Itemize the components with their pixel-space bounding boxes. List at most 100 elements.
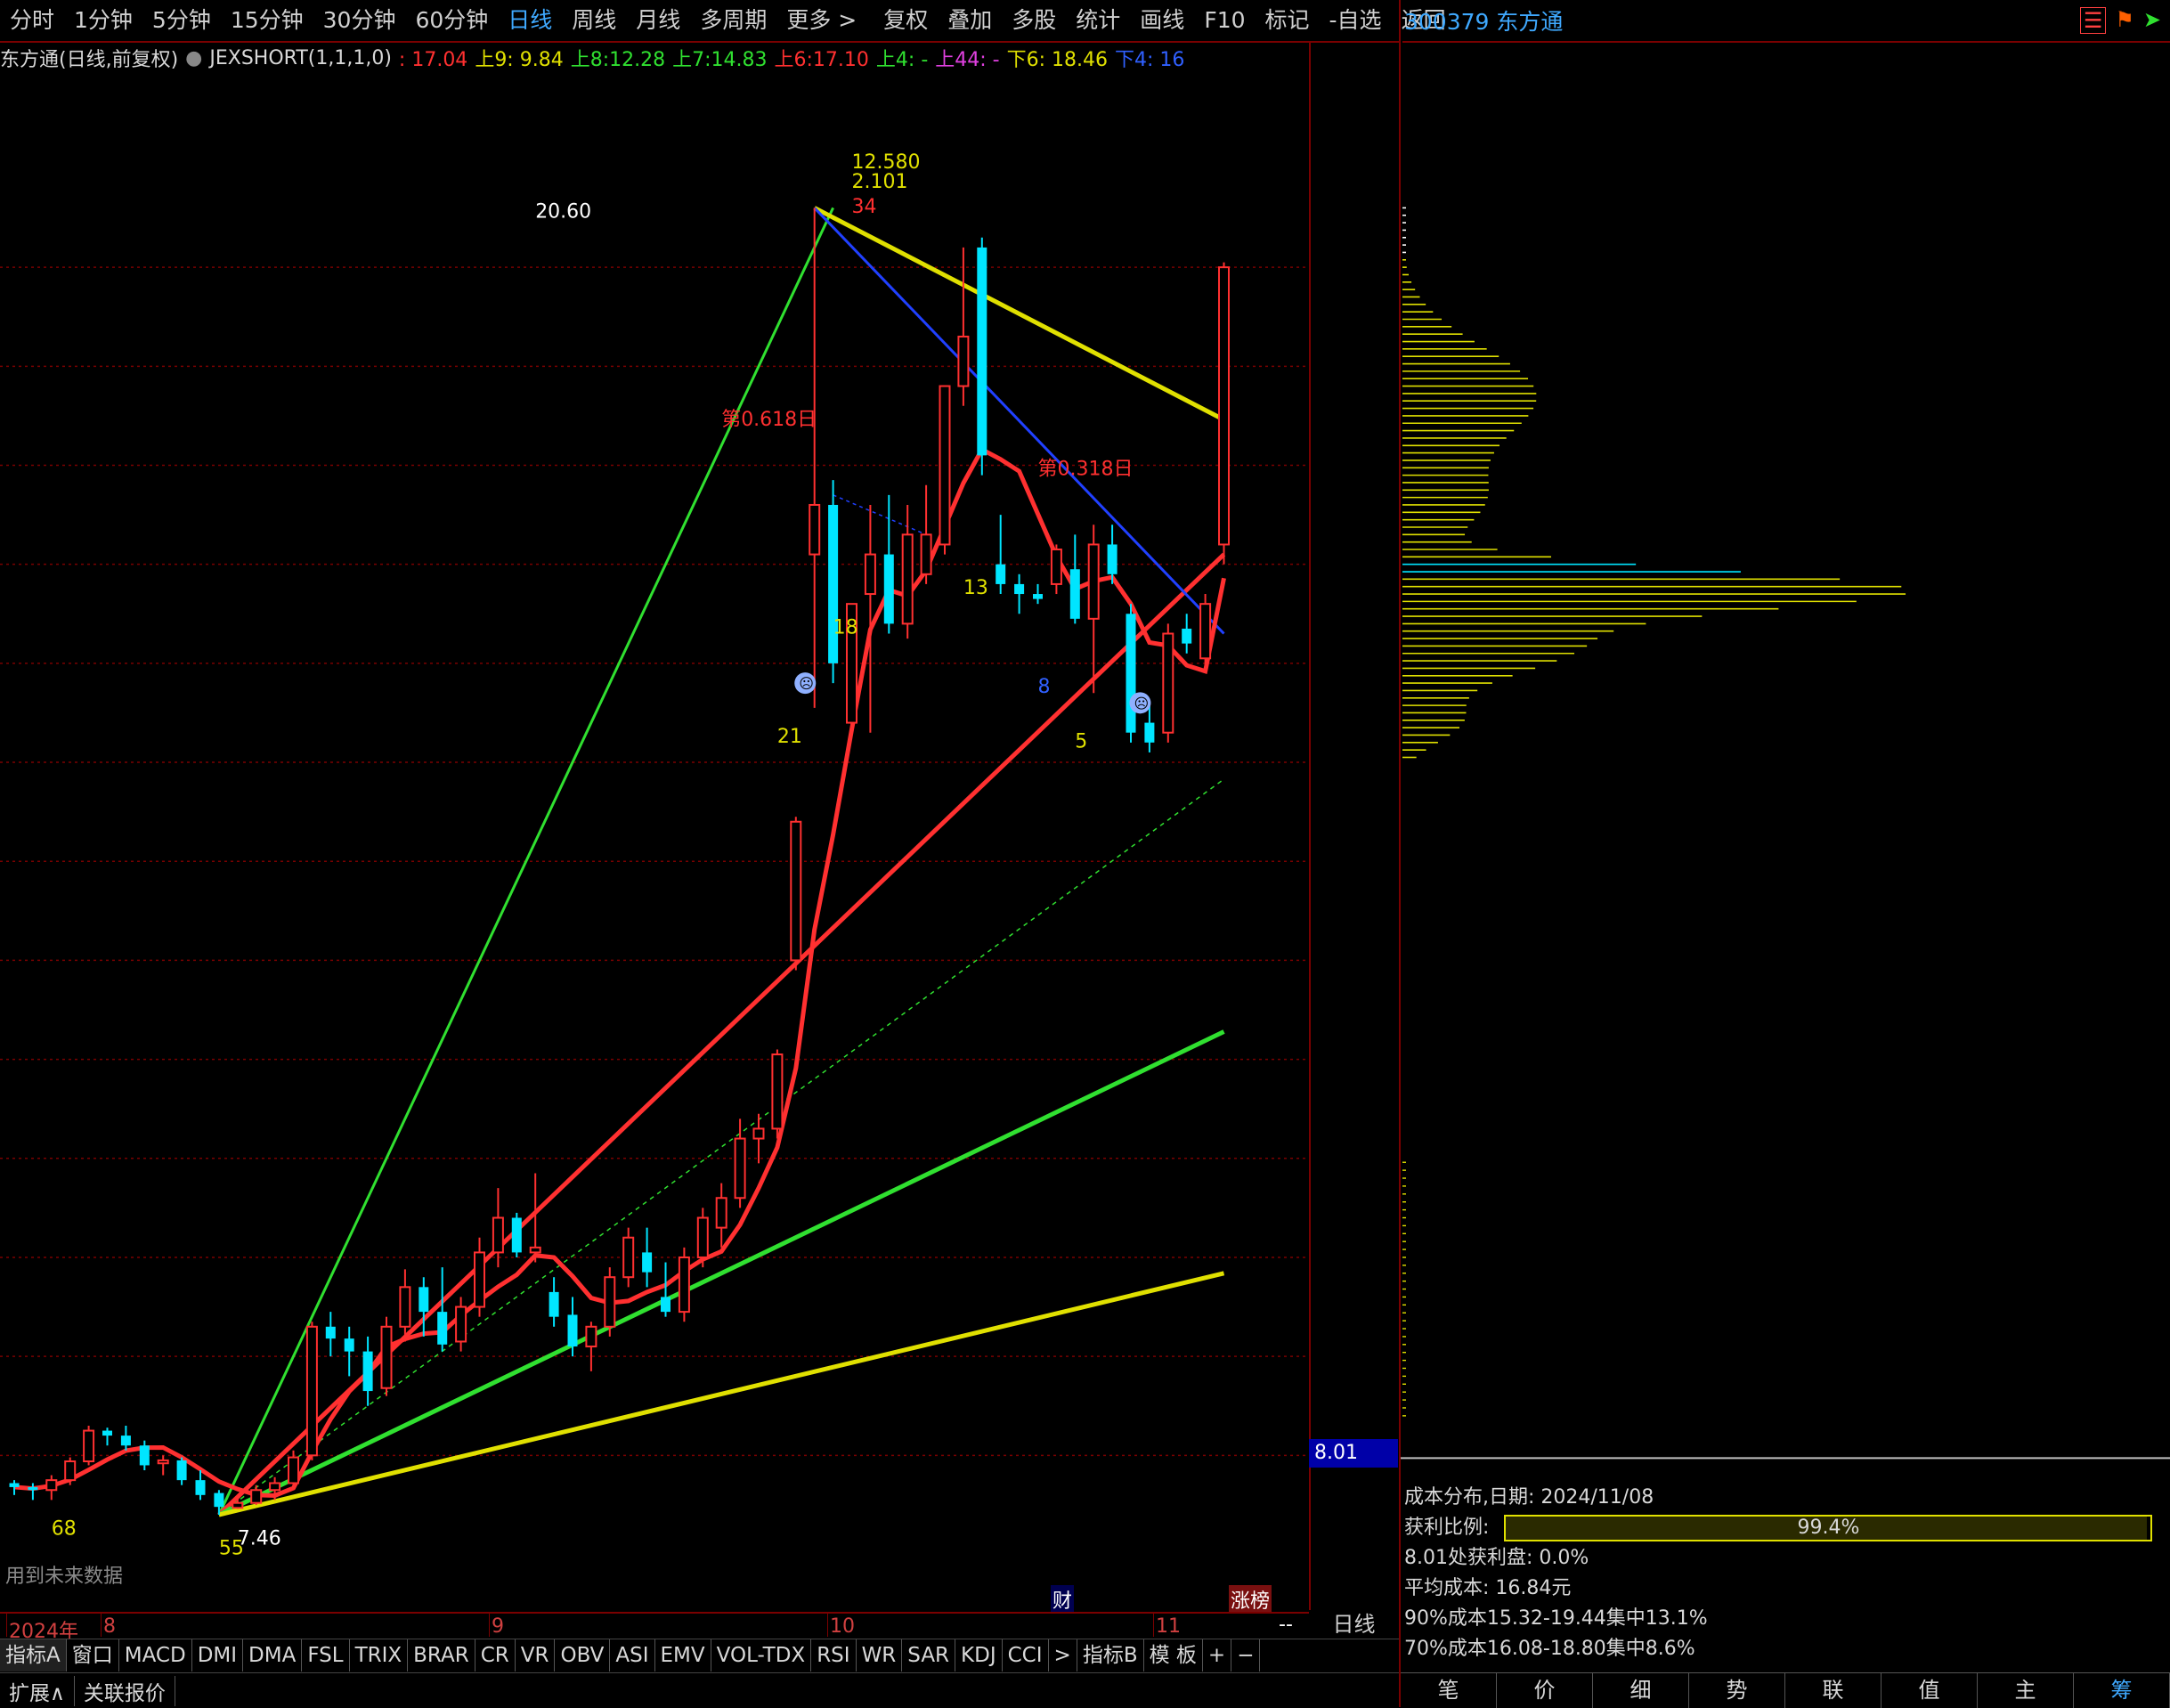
- indicator-tab[interactable]: CR: [475, 1639, 516, 1671]
- indicator-tab[interactable]: KDJ: [955, 1639, 1003, 1671]
- candle-body: [752, 1127, 765, 1140]
- candle-body: [715, 1197, 727, 1229]
- candle-body: [195, 1480, 206, 1495]
- indicator-value: 上7:14.83: [672, 49, 768, 71]
- period-tab[interactable]: 5分钟: [142, 0, 221, 41]
- candle-body: [176, 1460, 187, 1481]
- period-tab[interactable]: 周线: [562, 0, 626, 41]
- candle-body: [977, 247, 987, 456]
- period-tab[interactable]: 多周期: [690, 0, 776, 41]
- time-axis-label: 11: [1156, 1615, 1181, 1638]
- chart-annotation: 5: [1075, 730, 1087, 752]
- indicator-tab[interactable]: −: [1231, 1639, 1261, 1671]
- time-axis-tick: [827, 1614, 828, 1637]
- indicator-tab[interactable]: RSI: [811, 1639, 857, 1671]
- tool-button[interactable]: 画线: [1130, 0, 1194, 41]
- zoom-toggle[interactable]: --: [1279, 1614, 1293, 1636]
- candle-body: [45, 1479, 58, 1492]
- candle: [344, 1326, 354, 1377]
- indicator-tab[interactable]: 窗口: [67, 1639, 119, 1671]
- candle: [996, 515, 1006, 595]
- indicator-tab[interactable]: +: [1203, 1639, 1232, 1671]
- indicator-tab[interactable]: SAR: [902, 1639, 956, 1671]
- indicator-tab[interactable]: VR: [516, 1639, 556, 1671]
- candle-body: [1199, 603, 1212, 660]
- arrow-icon[interactable]: ➤: [2143, 7, 2161, 34]
- indicator-tab[interactable]: >: [1049, 1639, 1077, 1671]
- tool-button[interactable]: 复权: [874, 0, 938, 41]
- tool-button[interactable]: 多股: [1002, 0, 1066, 41]
- chip-tab[interactable]: 势: [1689, 1673, 1785, 1708]
- chip-tab[interactable]: 值: [1881, 1673, 1978, 1708]
- candle-body: [604, 1276, 616, 1328]
- indicator-tab[interactable]: BRAR: [408, 1639, 475, 1671]
- chip-tab[interactable]: 细: [1593, 1673, 1689, 1708]
- indicator-tab[interactable]: VOL-TDX: [711, 1639, 812, 1671]
- period-tab[interactable]: 更多 >: [776, 0, 866, 41]
- tool-button[interactable]: 统计: [1066, 0, 1130, 41]
- indicator-tab[interactable]: MACD: [119, 1639, 192, 1671]
- chart-annotation: 2.101: [852, 171, 908, 193]
- period-tab[interactable]: 日线: [498, 0, 562, 41]
- candle: [642, 1227, 653, 1288]
- indicator-tab[interactable]: DMI: [192, 1639, 244, 1671]
- indicator-tab[interactable]: OBV: [555, 1639, 611, 1671]
- flag-icon[interactable]: ⚑: [2115, 7, 2134, 34]
- tool-button[interactable]: -自选: [1320, 0, 1392, 41]
- period-tab[interactable]: 60分钟: [405, 0, 498, 41]
- indicator-tab[interactable]: 指标A: [0, 1639, 67, 1671]
- indicator-tab[interactable]: FSL: [302, 1639, 350, 1671]
- indicator-tab[interactable]: EMV: [655, 1639, 711, 1671]
- chip-distribution: [1401, 207, 2170, 1460]
- tool-button[interactable]: 叠加: [938, 0, 1002, 41]
- profit-ratio-value: 99.4%: [1797, 1517, 1860, 1539]
- candle: [120, 1425, 131, 1451]
- indicator-tab[interactable]: CCI: [1003, 1639, 1049, 1671]
- candle: [1199, 594, 1212, 669]
- period-tab[interactable]: 分时: [0, 0, 64, 41]
- chart-title: 东方通(日线,前复权): [0, 49, 179, 71]
- candle: [64, 1457, 77, 1485]
- candle: [771, 1049, 784, 1139]
- formula-name[interactable]: JEXSHORT(1,1,1,0): [209, 47, 392, 69]
- indicator-tab[interactable]: ASI: [610, 1639, 655, 1671]
- indicator-tab[interactable]: 指标B: [1077, 1639, 1144, 1671]
- candle: [1069, 534, 1080, 624]
- formula-toggle-icon[interactable]: ●: [185, 47, 202, 69]
- indicator-tab[interactable]: 模 板: [1144, 1639, 1203, 1671]
- candle: [604, 1267, 616, 1337]
- period-tab[interactable]: 1分钟: [64, 0, 142, 41]
- period-tab[interactable]: 月线: [626, 0, 690, 41]
- period-tab[interactable]: 15分钟: [221, 0, 313, 41]
- candle-body: [642, 1252, 653, 1273]
- candle-body: [1069, 569, 1080, 619]
- bottom-bar-button[interactable]: 扩展∧: [0, 1675, 75, 1706]
- limit-up-badge[interactable]: 涨榜: [1229, 1585, 1272, 1614]
- candle: [809, 207, 821, 708]
- indicator-value: 上44: -: [935, 49, 1000, 71]
- period-tab[interactable]: 30分钟: [313, 0, 406, 41]
- chip-tab[interactable]: 联: [1785, 1673, 1881, 1708]
- indicator-tab[interactable]: TRIX: [350, 1639, 409, 1671]
- chip-tab[interactable]: 主: [1978, 1673, 2074, 1708]
- candle: [901, 504, 914, 639]
- candle-body: [585, 1325, 597, 1348]
- indicator-tab[interactable]: WR: [857, 1639, 903, 1671]
- kline-chart[interactable]: 20.0019.0018.0017.0016.0015.0014.0013.00…: [0, 76, 1309, 1612]
- chip-tab[interactable]: 价: [1497, 1673, 1593, 1708]
- tool-button[interactable]: 标记: [1256, 0, 1320, 41]
- list-icon[interactable]: ☰: [2079, 7, 2107, 34]
- candle: [1050, 544, 1062, 595]
- tool-button[interactable]: F10: [1194, 0, 1255, 41]
- bottom-bar-button[interactable]: 关联报价: [75, 1675, 175, 1706]
- candle-body: [325, 1326, 336, 1339]
- chip-tab[interactable]: 笔: [1401, 1673, 1497, 1708]
- candle: [752, 1113, 765, 1164]
- finance-badge[interactable]: 财: [1051, 1585, 1075, 1614]
- indicator-tab[interactable]: DMA: [243, 1639, 303, 1671]
- candle: [1182, 614, 1192, 654]
- period-label[interactable]: 日线: [1309, 1612, 1399, 1637]
- indicator-value: 上4: -: [875, 49, 929, 71]
- chip-tab[interactable]: 筹: [2074, 1673, 2170, 1708]
- indicator-value: 上8:12.28: [570, 49, 666, 71]
